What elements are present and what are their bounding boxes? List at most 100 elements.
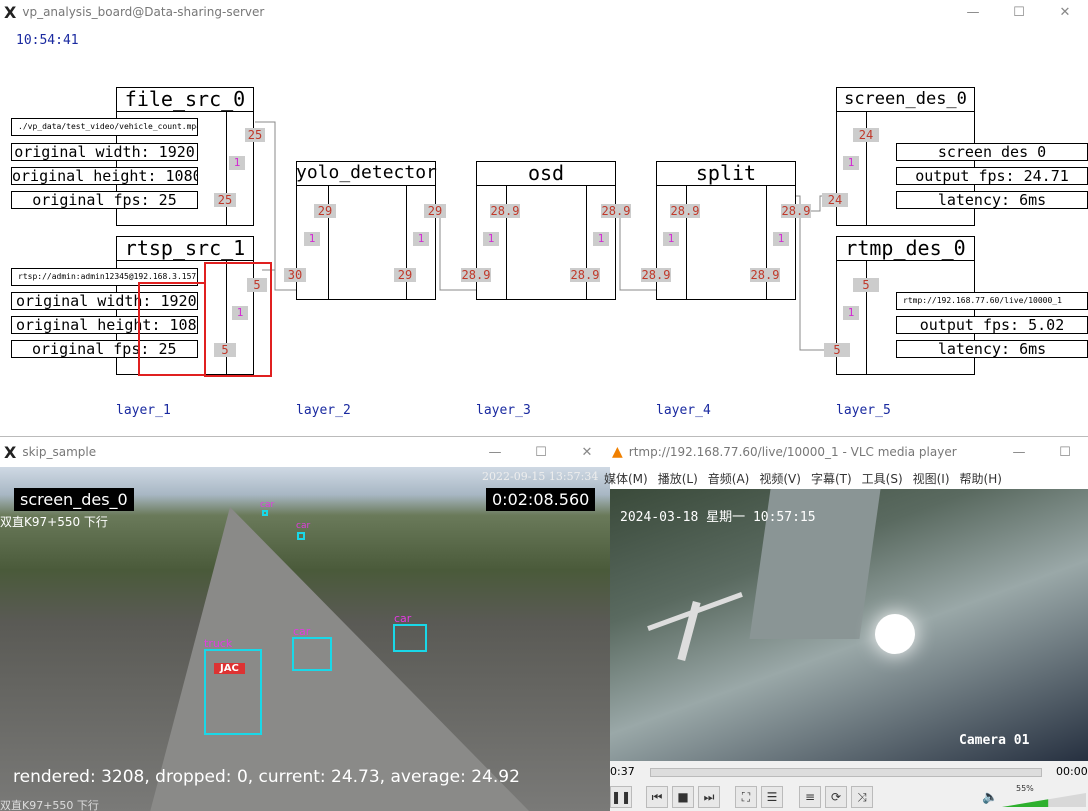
menu-view[interactable]: 视图(I) [913,470,950,487]
close-button[interactable]: ✕ [564,440,610,464]
minimize-button[interactable]: — [472,440,518,464]
truck-bbox [204,649,262,735]
osd-in-queue: 1 [483,232,499,246]
fullscreen-button[interactable]: ⛶ [735,786,757,808]
layer-label: layer_1 [116,403,171,418]
screen-des-latency-field: latency: 6ms [896,191,1088,209]
rtmp-des-in-fps-a: 5 [853,278,879,292]
playlist-button[interactable]: ≡ [799,786,821,808]
menu-video[interactable]: 视频(V) [759,470,801,487]
osd-day: 星期一 [706,510,746,525]
bbox-label: car [260,500,275,510]
minimize-button[interactable]: — [996,440,1042,464]
menu-help[interactable]: 帮助(H) [960,470,1002,487]
rtmp-latency-field: latency: 6ms [896,340,1088,358]
node-divider [686,186,687,299]
rtsp-width-label: original_width: [16,292,152,310]
seek-bar[interactable] [650,768,1042,777]
remaining-time: 00:00 [1056,765,1088,778]
location-caption-bottom: 双直K97+550 下行 [0,799,99,811]
shuffle-button[interactable]: ⤨ [851,786,873,808]
layer-label: layer_2 [296,403,351,418]
menu-subtitle[interactable]: 字幕(T) [811,470,852,487]
highlight-box-values [138,282,206,376]
osd-out-queue: 1 [593,232,609,246]
menu-bar: 媒体(M) 播放(L) 音频(A) 视频(V) 字幕(T) 工具(S) 视图(I… [604,467,1088,489]
osd-datetime: 2024-03-18 星期一 10:57:15 [620,506,816,525]
layer-label: layer_5 [836,403,891,418]
rtsp-fps-label: original_fps: [32,340,150,358]
seek-row: 0:37 00:00 [610,761,1088,783]
screen-des-queue: 1 [843,156,859,170]
title-bar: X skip_sample — ☐ ✕ [0,437,610,467]
file-src-queue: 1 [229,156,245,170]
truck-logo: JAC [214,663,245,674]
maximize-button[interactable]: ☐ [518,440,564,464]
window-title: skip_sample [22,445,97,459]
split-in-fps-a: 28.9 [670,204,700,218]
osd-out-fps-a: 28.9 [601,204,631,218]
yolo-in-queue: 1 [304,232,320,246]
rtmp-fps-field: output_fps: 5.02 [896,316,1088,334]
extended-settings-button[interactable]: ☰ [761,786,783,808]
car-bbox [297,532,305,540]
yolo-out-fps-a: 29 [424,204,446,218]
bbox-label: truck [204,637,233,650]
pause-button[interactable]: ❚❚ [610,786,632,808]
rtmp-des-queue: 1 [843,306,859,320]
node-divider [328,186,329,299]
rtmp-des-in-fps-b: 5 [824,343,850,357]
file-height-field: original_height: 1080 [11,167,198,185]
yolo-out-fps-b: 29 [394,268,416,282]
file-width-field: original_width: 1920 [11,143,198,161]
menu-media[interactable]: 媒体(M) [604,470,648,487]
loop-button[interactable]: ⟳ [825,786,847,808]
split-out-queue: 1 [773,232,789,246]
yolo-out-queue: 1 [413,232,429,246]
overlay-timestamp: 0:02:08.560 [486,488,596,511]
file-src-out-fps: 25 [245,128,265,142]
rtsp-src-title: rtsp_src_1 [116,236,254,261]
car-bbox [393,624,427,652]
node-divider [586,186,587,299]
skip-sample-window: X skip_sample — ☐ ✕ screen_des_0 0:02:08… [0,436,610,811]
volume-slider[interactable]: 55% [1002,784,1086,807]
menu-tools[interactable]: 工具(S) [862,470,903,487]
lamp-glow [875,614,915,654]
x-app-icon: X [4,442,17,462]
node-divider [506,186,507,299]
window-title: rtmp://192.168.77.60/live/10000_1 - VLC … [628,445,957,459]
bbox-label: car [293,625,311,638]
stop-button[interactable]: ■ [672,786,694,808]
rtmp-url-field: rtmp://192.168.77.60/live/10000_1 [896,292,1088,310]
yolo-in-fps-a: 29 [314,204,336,218]
yolo-in-fps-b: 30 [284,268,306,282]
node-divider [406,186,407,299]
car-bbox [262,510,268,516]
date-overlay: 2022-09-15 13:57:34 [482,470,599,483]
vlc-window: ▲ rtmp://192.168.77.60/live/10000_1 - VL… [604,436,1088,811]
osd-in-fps-a: 28.9 [490,204,520,218]
osd-date: 2024-03-18 [620,510,699,525]
file-fps-field: original_fps: 25 [11,191,198,209]
menu-audio[interactable]: 音频(A) [708,470,750,487]
overlay-name: screen_des_0 [14,488,134,511]
maximize-button[interactable]: ☐ [1042,440,1088,464]
osd-time: 10:57:15 [752,510,816,525]
render-status: rendered: 3208, dropped: 0, current: 24.… [13,767,520,787]
screen-des-title: screen_des_0 [836,87,975,112]
split-in-fps-b: 28.9 [641,268,671,282]
location-caption-top: 双直K97+550 下行 [0,515,108,529]
volume-wedge [1002,793,1086,807]
bbox-label: car [296,521,311,531]
previous-button[interactable]: ⏮ [646,786,668,808]
osd-out-fps-b: 28.9 [570,268,600,282]
file-path-field: ./vp_data/test_video/vehicle_count.mp4 [11,118,198,136]
bbox-label: car [394,612,412,625]
next-button[interactable]: ⏭ [698,786,720,808]
split-out-fps-b: 28.9 [750,268,780,282]
menu-playback[interactable]: 播放(L) [658,470,698,487]
camera-label: Camera 01 [959,733,1030,748]
osd-title: osd [476,161,616,186]
speaker-icon[interactable]: 🔈 [982,790,998,805]
